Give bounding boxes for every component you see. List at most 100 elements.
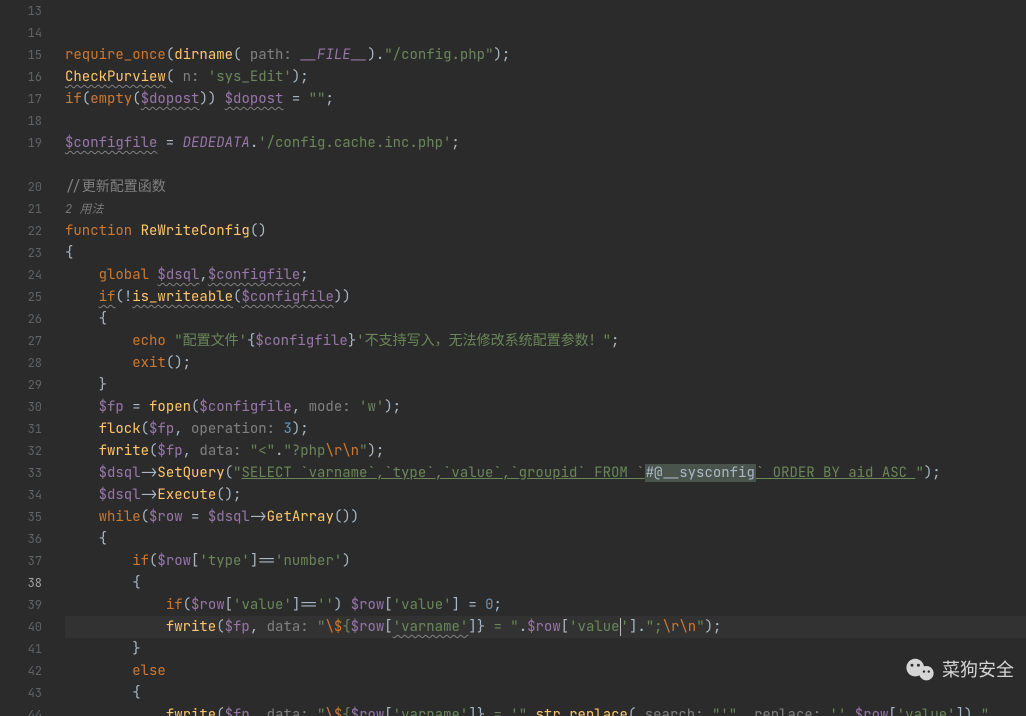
token: flock bbox=[99, 420, 141, 438]
code-line[interactable]: 2 用法 bbox=[65, 198, 1026, 220]
token: ; bbox=[325, 90, 333, 108]
code-line[interactable]: exit(); bbox=[65, 352, 1026, 374]
token: . bbox=[527, 706, 535, 716]
token: , bbox=[183, 442, 191, 460]
token bbox=[65, 618, 166, 636]
code-line[interactable]: $dsql->Execute(); bbox=[65, 484, 1026, 506]
code-line[interactable] bbox=[65, 154, 1026, 176]
code-line[interactable]: } bbox=[65, 638, 1026, 660]
token: 'varname' bbox=[393, 706, 469, 716]
token: { bbox=[342, 618, 350, 636]
token: '' bbox=[317, 596, 334, 614]
token bbox=[65, 464, 99, 482]
token bbox=[65, 332, 132, 350]
code-line[interactable]: { bbox=[65, 528, 1026, 550]
token: n: bbox=[174, 68, 208, 86]
line-number: 29 bbox=[0, 374, 60, 396]
code-line[interactable]: fwrite($fp, data: "<"."?php\r\n"); bbox=[65, 440, 1026, 462]
token: $configfile bbox=[208, 266, 300, 284]
token: $configfile bbox=[255, 332, 347, 350]
line-number: 39 bbox=[0, 594, 60, 616]
token: ); bbox=[292, 68, 309, 86]
token: $dsql bbox=[99, 464, 141, 482]
token: $fp bbox=[99, 398, 124, 416]
line-number: 22 bbox=[0, 220, 60, 242]
code-area[interactable]: require_once(dirname( path: __FILE__)."/… bbox=[60, 0, 1026, 716]
token: fwrite bbox=[99, 442, 149, 460]
token: GetArray bbox=[267, 508, 334, 526]
line-number: 16 bbox=[0, 66, 60, 88]
token: SetQuery bbox=[157, 464, 224, 482]
code-line[interactable] bbox=[65, 110, 1026, 132]
code-line[interactable]: { bbox=[65, 308, 1026, 330]
token: ; bbox=[300, 266, 308, 284]
token: if bbox=[132, 552, 149, 570]
token: ] = bbox=[452, 596, 486, 614]
line-number: 36 bbox=[0, 528, 60, 550]
code-line[interactable]: $dsql->SetQuery("SELECT `varname`,`type`… bbox=[65, 462, 1026, 484]
code-line[interactable]: else bbox=[65, 660, 1026, 682]
token: '/config.cache.inc.php' bbox=[258, 134, 451, 152]
token: 'sys_Edit' bbox=[208, 68, 292, 86]
line-number: 28 bbox=[0, 352, 60, 374]
token: ]== bbox=[292, 596, 317, 614]
code-line[interactable]: echo "配置文件'{$configfile}'不支持写入，无法修改系统配置参… bbox=[65, 330, 1026, 352]
code-line[interactable]: while($row = $dsql->GetArray()) bbox=[65, 506, 1026, 528]
token: $dopost bbox=[225, 90, 284, 108]
line-number: 40 bbox=[0, 616, 60, 638]
code-line[interactable]: if($row['value']=='') $row['value'] = 0; bbox=[65, 594, 1026, 616]
code-line[interactable]: CheckPurview( n: 'sys_Edit'); bbox=[65, 66, 1026, 88]
token: $row bbox=[527, 618, 561, 636]
token: " bbox=[981, 706, 989, 716]
token: empty bbox=[90, 90, 132, 108]
code-line[interactable]: require_once(dirname( path: __FILE__)."/… bbox=[65, 44, 1026, 66]
token: //更新配置函数 bbox=[65, 178, 166, 196]
token: { bbox=[342, 706, 350, 716]
token: $fp bbox=[225, 706, 250, 716]
token: , bbox=[846, 706, 854, 716]
token: 'w' bbox=[359, 398, 384, 416]
token: 'value' bbox=[393, 596, 452, 614]
token: "<" bbox=[250, 442, 275, 460]
code-line[interactable]: flock($fp, operation: 3); bbox=[65, 418, 1026, 440]
token: = bbox=[124, 398, 149, 416]
token: 3 bbox=[283, 420, 291, 438]
line-number: 27 bbox=[0, 330, 60, 352]
code-line[interactable]: if(!is_writeable($configfile)) bbox=[65, 286, 1026, 308]
token: \r\n bbox=[325, 442, 359, 460]
token: "/config.php" bbox=[384, 46, 493, 64]
token: } bbox=[348, 332, 356, 350]
token: )) bbox=[199, 90, 224, 108]
watermark-text: 菜狗安全 bbox=[942, 659, 1014, 681]
code-line[interactable]: fwrite($fp, data: "\${$row['varname']} =… bbox=[65, 704, 1026, 716]
code-line[interactable]: if($row['type']=='number') bbox=[65, 550, 1026, 572]
code-line[interactable]: } bbox=[65, 374, 1026, 396]
token: fwrite bbox=[166, 706, 216, 716]
token: ( bbox=[166, 46, 174, 64]
token: -> bbox=[141, 486, 158, 504]
code-line[interactable]: function ReWriteConfig() bbox=[65, 220, 1026, 242]
token: ; bbox=[611, 332, 619, 350]
token: "?php bbox=[283, 442, 325, 460]
token: 'value bbox=[569, 618, 619, 636]
code-line[interactable]: if(empty($dopost)) $dopost = ""; bbox=[65, 88, 1026, 110]
code-line[interactable]: { bbox=[65, 572, 1026, 594]
token: = " bbox=[485, 618, 519, 636]
token: fopen bbox=[149, 398, 191, 416]
code-line[interactable]: $fp = fopen($configfile, mode: 'w'); bbox=[65, 396, 1026, 418]
code-line[interactable]: //更新配置函数 bbox=[65, 176, 1026, 198]
token: , bbox=[174, 420, 182, 438]
token: 'value' bbox=[897, 706, 956, 716]
token: $row bbox=[351, 596, 385, 614]
code-line[interactable]: { bbox=[65, 242, 1026, 264]
code-line[interactable]: { bbox=[65, 682, 1026, 704]
token: if bbox=[65, 90, 82, 108]
code-line[interactable]: global $dsql,$configfile; bbox=[65, 264, 1026, 286]
token: ; bbox=[494, 596, 502, 614]
code-editor[interactable]: 1314151617181920212223242526272829303132… bbox=[0, 0, 1026, 716]
token: ( bbox=[141, 420, 149, 438]
token: 'varname' bbox=[393, 618, 469, 636]
code-line[interactable]: $configfile = DEDEDATA.'/config.cache.in… bbox=[65, 132, 1026, 154]
code-line[interactable]: fwrite($fp, data: "\${$row['varname']} =… bbox=[65, 616, 1026, 638]
token: $row bbox=[351, 618, 385, 636]
